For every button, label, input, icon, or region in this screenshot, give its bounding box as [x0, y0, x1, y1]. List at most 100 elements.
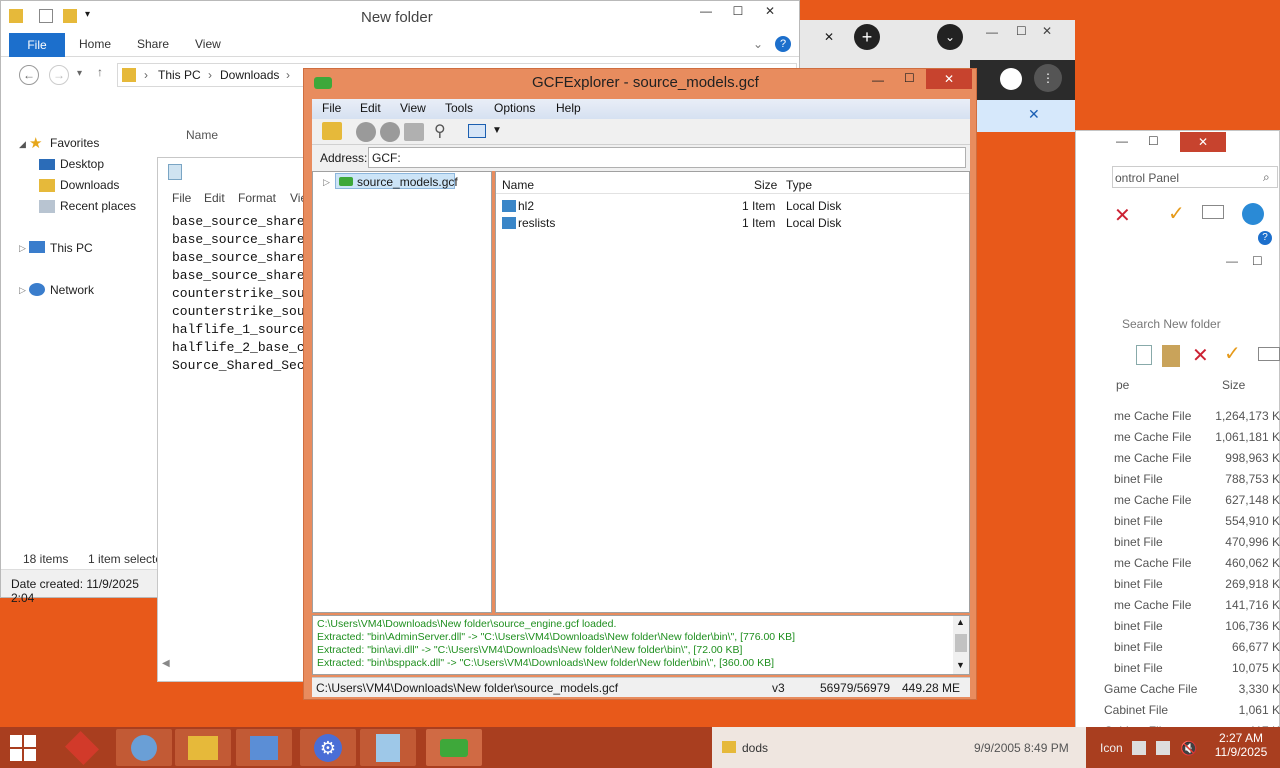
column-type-header[interactable]: Type: [786, 178, 812, 192]
expand-icon[interactable]: ▷: [19, 243, 26, 254]
list-item[interactable]: me Cache File 627,148 K: [1104, 490, 1280, 511]
taskbar-gcfexplorer[interactable]: [426, 729, 482, 766]
menu-options[interactable]: Options: [494, 101, 535, 115]
nav-favorites[interactable]: Favorites: [50, 136, 99, 150]
list-item[interactable]: binet File 10,075 K: [1104, 658, 1280, 679]
list-item[interactable]: binet File 66,677 K: [1104, 637, 1280, 658]
paste-icon[interactable]: [1162, 345, 1180, 367]
table-row[interactable]: reslists 1 Item Local Disk: [500, 215, 960, 231]
list-item[interactable]: Cabinet File 1,061 K: [1104, 700, 1280, 721]
delete-icon[interactable]: ✕: [1114, 203, 1131, 228]
back-icon[interactable]: [356, 122, 376, 142]
recent-dropdown-icon[interactable]: ▾: [77, 68, 82, 79]
list-item[interactable]: me Cache File 1,264,173 K: [1104, 406, 1280, 427]
menu-file[interactable]: File: [322, 101, 341, 115]
tab-view[interactable]: View: [195, 37, 221, 51]
nav-downloads[interactable]: Downloads: [60, 178, 119, 192]
close-button[interactable]: ✕: [1180, 132, 1226, 152]
open-icon[interactable]: [322, 122, 342, 140]
start-button[interactable]: [10, 735, 36, 761]
menu-icon[interactable]: ⋮: [1034, 64, 1062, 92]
address-input[interactable]: GCF:: [368, 147, 966, 168]
taskbar-app-1[interactable]: [54, 729, 110, 766]
menu-file[interactable]: File: [172, 191, 191, 205]
chevron-down-icon[interactable]: ⌄: [753, 37, 763, 51]
action-center-icon[interactable]: [1132, 741, 1146, 755]
close-icon[interactable]: ✕: [1028, 106, 1040, 123]
list-item[interactable]: binet File 106,736 K: [1104, 616, 1280, 637]
view-dropdown-icon[interactable]: ▼: [492, 125, 502, 136]
properties-icon[interactable]: [39, 9, 53, 23]
menu-format[interactable]: Format: [238, 191, 276, 205]
nav-thispc[interactable]: This PC: [50, 241, 93, 255]
list-item[interactable]: Game Cache File 3,330 K: [1104, 679, 1280, 700]
forward-icon[interactable]: [380, 122, 400, 142]
up-folder-icon[interactable]: [404, 123, 424, 141]
scroll-up-icon[interactable]: ▲: [956, 617, 965, 627]
tab-home[interactable]: Home: [79, 37, 111, 51]
minimize-button[interactable]: —: [691, 1, 721, 21]
menu-tools[interactable]: Tools: [445, 101, 473, 115]
view-mode-icon[interactable]: [468, 124, 486, 138]
maximize-button[interactable]: ☐: [1016, 24, 1027, 38]
taskbar-explorer[interactable]: [175, 729, 231, 766]
breadcrumb-thispc[interactable]: This PC: [158, 68, 201, 82]
rename-icon[interactable]: [1202, 205, 1224, 219]
volume-muted-icon[interactable]: 🔇: [1180, 740, 1197, 757]
scrollbar[interactable]: ▲ ▼: [953, 616, 969, 674]
forward-button[interactable]: →: [49, 65, 69, 85]
scroll-left-icon[interactable]: ◀: [162, 658, 170, 669]
expand-icon[interactable]: ▷: [323, 177, 330, 188]
minimize-button[interactable]: —: [1116, 134, 1128, 148]
column-size-header[interactable]: Size: [1222, 378, 1245, 392]
new-folder-icon[interactable]: [63, 9, 77, 23]
expand-icon[interactable]: ◢: [19, 139, 26, 150]
menu-view[interactable]: View: [400, 101, 426, 115]
maximize-button[interactable]: ☐: [1252, 254, 1263, 268]
list-item[interactable]: binet File 788,753 K: [1104, 469, 1280, 490]
list-item[interactable]: binet File 470,996 K: [1104, 532, 1280, 553]
up-button[interactable]: ↑: [97, 65, 103, 79]
item-name[interactable]: dods: [742, 741, 768, 755]
column-name-header[interactable]: Name: [502, 178, 534, 192]
scroll-down-icon[interactable]: ▼: [956, 660, 965, 670]
notepad-text[interactable]: base_source_share base_source_share base…: [172, 213, 305, 375]
list-item[interactable]: me Cache File 998,963 K: [1104, 448, 1280, 469]
column-name-header[interactable]: Name: [186, 128, 218, 142]
breadcrumb-downloads[interactable]: Downloads: [220, 68, 279, 82]
menu-help[interactable]: Help: [556, 101, 581, 115]
control-panel-search[interactable]: ontrol Panel ⌕: [1112, 166, 1278, 188]
list-item[interactable]: me Cache File 1,061,181 K: [1104, 427, 1280, 448]
nav-network[interactable]: Network: [50, 283, 94, 297]
list-item[interactable]: binet File 554,910 K: [1104, 511, 1280, 532]
column-size-header[interactable]: Size: [754, 178, 777, 192]
taskbar-app-2[interactable]: [116, 729, 172, 766]
clock[interactable]: 2:27 AM 11/9/2025: [1212, 731, 1270, 759]
minimize-button[interactable]: —: [872, 73, 884, 87]
maximize-button[interactable]: ☐: [723, 1, 753, 21]
network-tray-icon[interactable]: [1156, 741, 1170, 755]
search-icon[interactable]: ⚲: [434, 121, 446, 141]
delete-icon[interactable]: ✕: [1192, 343, 1209, 368]
gcf-log[interactable]: C:\Users\VM4\Downloads\New folder\source…: [312, 615, 970, 675]
profile-icon[interactable]: [1000, 68, 1022, 90]
new-tab-button[interactable]: +: [854, 24, 880, 50]
back-button[interactable]: ←: [19, 65, 39, 85]
scroll-thumb[interactable]: [955, 634, 967, 652]
taskbar-app-4[interactable]: [236, 729, 292, 766]
expand-icon[interactable]: ▷: [19, 285, 26, 296]
qat-dropdown-icon[interactable]: ▾: [85, 9, 90, 20]
list-item[interactable]: binet File 269,918 K: [1104, 574, 1280, 595]
table-row[interactable]: hl2 1 Item Local Disk: [500, 198, 960, 214]
taskbar-settings[interactable]: ⚙: [300, 729, 356, 766]
menu-edit[interactable]: Edit: [204, 191, 225, 205]
minimize-button[interactable]: —: [986, 25, 998, 39]
tree-root-item[interactable]: source_models.gcf: [335, 173, 458, 189]
maximize-button[interactable]: ☐: [1148, 134, 1159, 148]
close-button[interactable]: ✕: [1042, 24, 1052, 38]
column-type-header[interactable]: pe: [1116, 378, 1129, 392]
help-icon[interactable]: ?: [1258, 231, 1272, 245]
rename-icon[interactable]: [1258, 347, 1280, 361]
nav-desktop[interactable]: Desktop: [60, 157, 104, 171]
check-icon[interactable]: ✓: [1168, 201, 1185, 226]
